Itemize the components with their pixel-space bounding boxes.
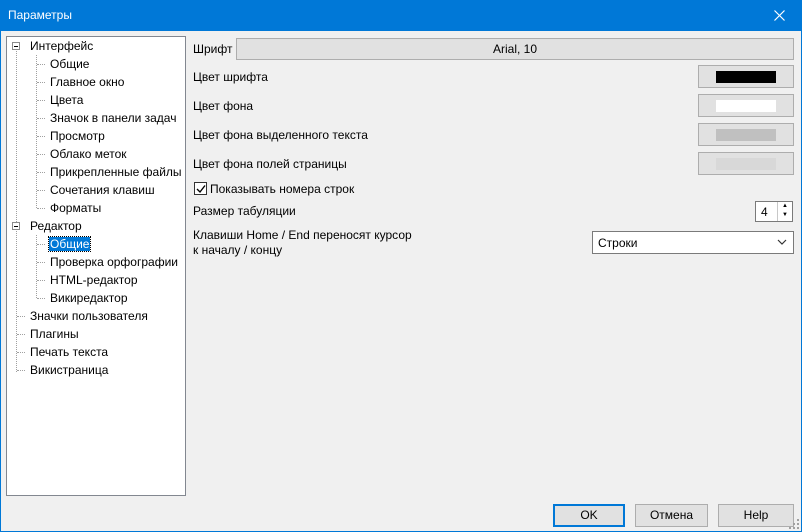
checkmark-icon (196, 185, 206, 194)
title-bar: Параметры (0, 0, 802, 31)
tab-size-value[interactable]: 4 (761, 205, 768, 219)
tree-item-tray-icon[interactable]: Значок в панели задач (50, 110, 176, 127)
tree-line (36, 55, 37, 208)
tree-line (37, 280, 45, 281)
tree-line (37, 136, 45, 137)
tree-line (17, 352, 25, 353)
ok-button[interactable]: OK (553, 504, 625, 527)
tree-line (37, 190, 45, 191)
show-line-numbers-checkbox[interactable] (194, 182, 207, 195)
tree-item-print[interactable]: Печать текста (30, 344, 108, 361)
tree-line (37, 172, 45, 173)
bg-color-label: Цвет фона (193, 99, 254, 113)
tree-item-interface[interactable]: Интерфейс (30, 38, 93, 55)
tree-line (37, 208, 45, 209)
close-button[interactable] (756, 0, 802, 31)
selection-bg-color-swatch (716, 129, 776, 141)
selection-bg-color-label: Цвет фона выделенного текста (193, 128, 368, 142)
tree-item-colors[interactable]: Цвета (50, 92, 83, 109)
chevron-down-icon (777, 239, 787, 245)
tree-item-wiki-page[interactable]: Викистраница (30, 362, 108, 379)
tree-item-plugins[interactable]: Плагины (30, 326, 79, 343)
tree-item-spellcheck[interactable]: Проверка орфографии (50, 254, 178, 271)
tree-item-tag-cloud[interactable]: Облако меток (50, 146, 127, 163)
bg-color-button[interactable] (698, 94, 794, 117)
font-color-label: Цвет шрифта (193, 70, 268, 84)
spinner-arrows[interactable]: ▲ ▼ (777, 202, 792, 221)
tree-item-interface-general[interactable]: Общие (50, 56, 89, 73)
window-title: Параметры (8, 8, 72, 22)
tree-line (37, 118, 45, 119)
home-end-selected-value: Строки (598, 236, 638, 250)
tree-item-html-editor[interactable]: HTML-редактор (50, 272, 138, 289)
settings-tree[interactable]: Интерфейс Общие Главное окно Цвета Значо… (6, 36, 186, 496)
tree-line (37, 262, 45, 263)
home-end-label-line2: к началу / концу (193, 243, 283, 257)
tree-line (37, 298, 45, 299)
selection-bg-color-button[interactable] (698, 123, 794, 146)
tree-line (37, 244, 45, 245)
show-line-numbers-label[interactable]: Показывать номера строк (210, 182, 354, 196)
cancel-button[interactable]: Отмена (635, 504, 708, 527)
spin-up-icon[interactable]: ▲ (778, 202, 792, 211)
tree-item-preview[interactable]: Просмотр (50, 128, 105, 145)
tree-item-formats[interactable]: Форматы (50, 200, 101, 217)
collapse-icon[interactable] (12, 222, 20, 230)
tab-size-spinner[interactable]: 4 ▲ ▼ (755, 201, 793, 222)
margin-bg-color-swatch (716, 158, 776, 170)
margin-bg-color-button[interactable] (698, 152, 794, 175)
home-end-label-line1: Клавиши Home / End переносят курсор (193, 228, 412, 242)
close-icon (773, 10, 785, 21)
home-end-select[interactable]: Строки (592, 231, 794, 254)
tree-item-editor[interactable]: Редактор (30, 218, 82, 235)
tree-item-hotkeys[interactable]: Сочетания клавиш (50, 182, 155, 199)
tree-line (37, 82, 45, 83)
tab-size-label: Размер табуляции (193, 204, 296, 218)
tree-line (17, 316, 25, 317)
font-color-button[interactable] (698, 65, 794, 88)
tree-line (37, 154, 45, 155)
spin-down-icon[interactable]: ▼ (778, 211, 792, 220)
tree-line (37, 100, 45, 101)
tree-item-wiki-editor[interactable]: Викиредактор (50, 290, 128, 307)
font-label: Шрифт (193, 42, 233, 56)
tree-line (17, 334, 25, 335)
font-color-swatch (716, 71, 776, 83)
tree-item-main-window[interactable]: Главное окно (50, 74, 124, 91)
tree-line (17, 370, 25, 371)
tree-item-editor-general[interactable]: Общие (47, 236, 92, 253)
tree-line (37, 64, 45, 65)
help-button[interactable]: Help (718, 504, 794, 527)
tree-item-user-icons[interactable]: Значки пользователя (30, 308, 148, 325)
collapse-icon[interactable] (12, 42, 20, 50)
font-button[interactable]: Arial, 10 (236, 38, 794, 60)
margin-bg-color-label: Цвет фона полей страницы (193, 157, 347, 171)
tree-line (16, 51, 17, 372)
tree-item-attachments[interactable]: Прикрепленные файлы (50, 164, 182, 181)
resize-grip-icon[interactable] (788, 518, 800, 530)
bg-color-swatch (716, 100, 776, 112)
